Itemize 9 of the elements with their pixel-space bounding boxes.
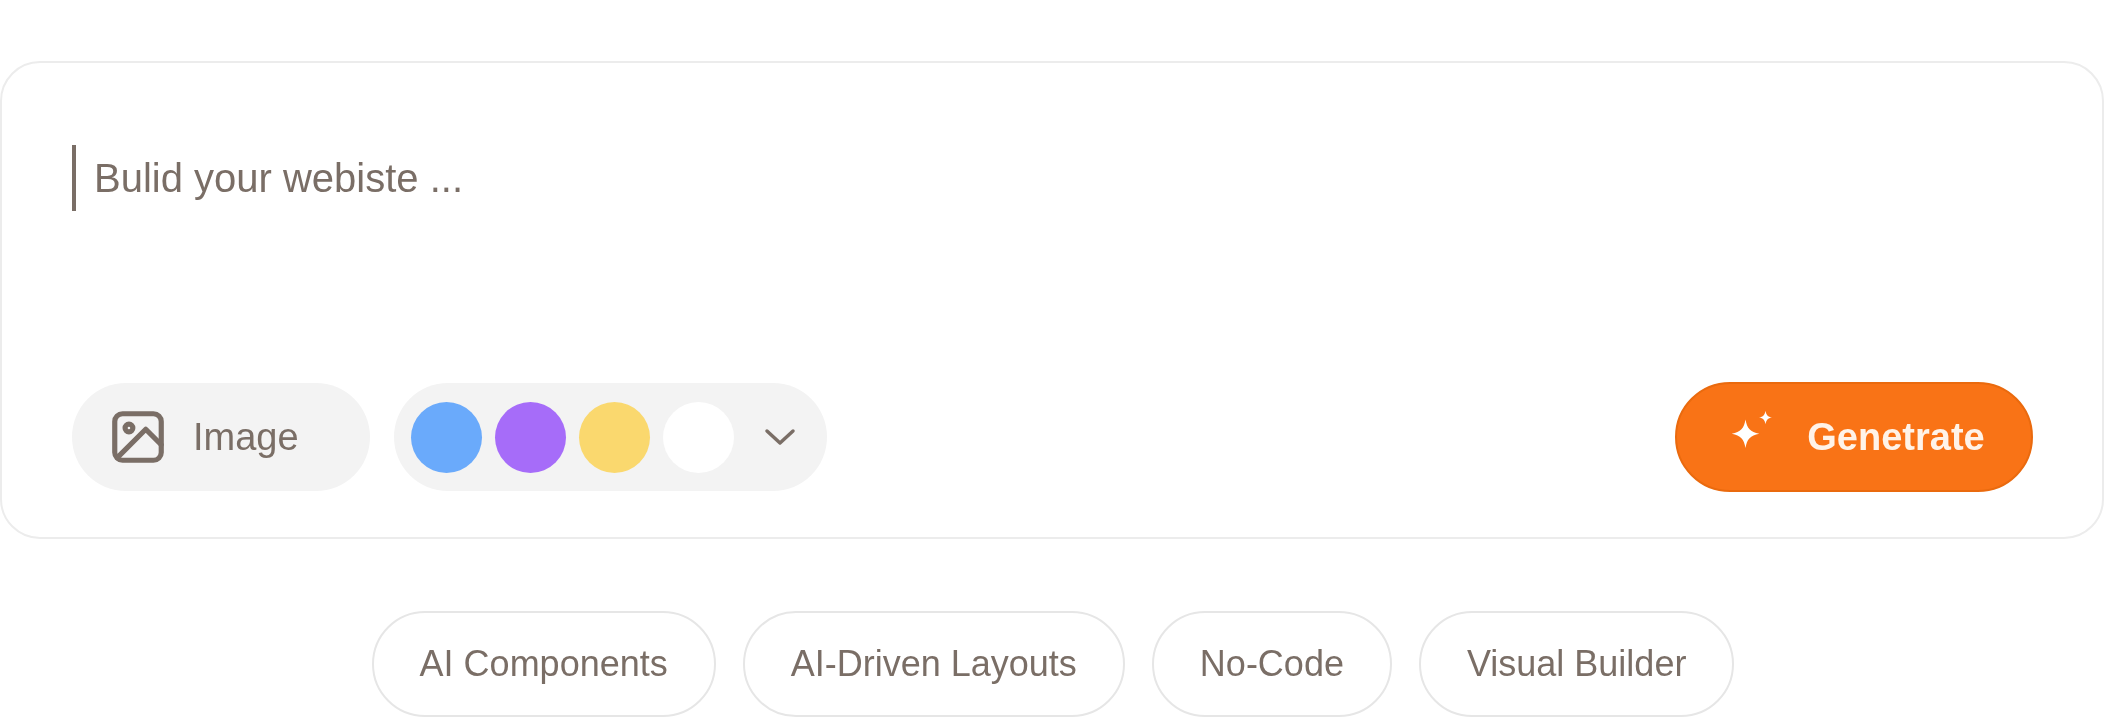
- suggestion-chip[interactable]: Visual Builder: [1418, 611, 1735, 717]
- suggestion-chip[interactable]: AI-Driven Layouts: [742, 611, 1125, 717]
- image-button[interactable]: Image: [72, 383, 370, 491]
- chevron-down-icon[interactable]: [763, 427, 797, 447]
- generate-button[interactable]: Genetrate: [1675, 382, 2033, 492]
- prompt-field[interactable]: Bulid your webiste ...: [94, 148, 2032, 208]
- suggestion-chip[interactable]: No-Code: [1151, 611, 1392, 717]
- suggestion-chip[interactable]: AI Components: [371, 611, 716, 717]
- text-cursor: [72, 145, 76, 211]
